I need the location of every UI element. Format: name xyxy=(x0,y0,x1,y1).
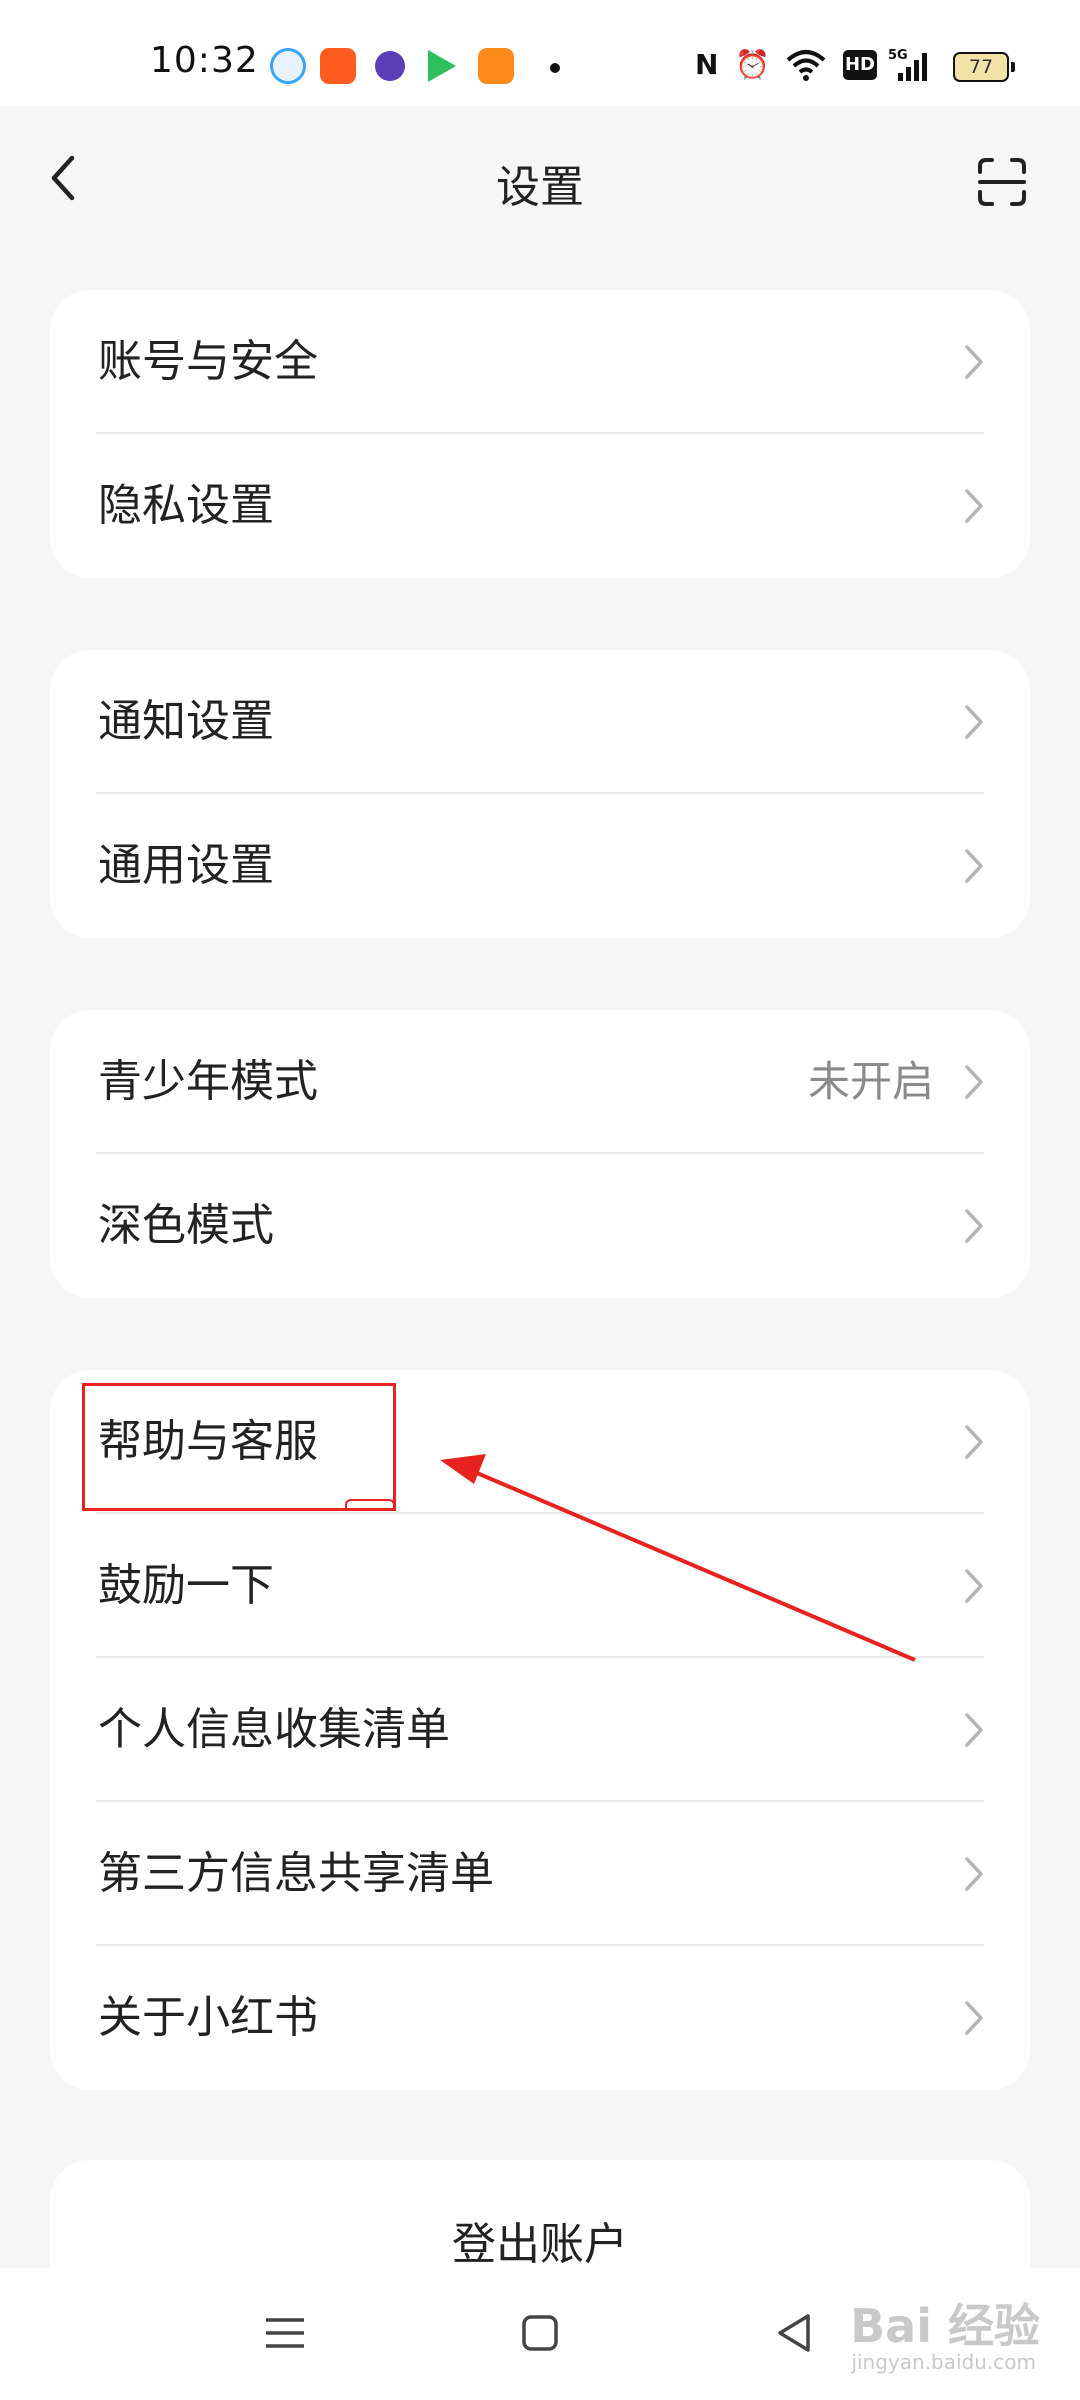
battery-icon: 77 xyxy=(953,52,1015,82)
chevron-right-icon xyxy=(962,1998,986,2038)
settings-item-privacy[interactable]: 隐私设置 xyxy=(50,434,1030,578)
system-nav-bar: Bai 经验 jingyan.baidu.com xyxy=(0,2268,1080,2400)
signal-5g-icon: 5G xyxy=(888,47,938,83)
settings-item-about[interactable]: 关于小红书 xyxy=(50,1946,1030,2090)
chevron-right-icon xyxy=(962,1854,986,1894)
settings-item-label: 深色模式 xyxy=(98,1200,274,1251)
settings-item-label: 通知设置 xyxy=(98,696,274,747)
chevron-right-icon xyxy=(962,1206,986,1246)
watermark-brand: Bai 经验 xyxy=(850,2299,1040,2353)
watermark-url: jingyan.baidu.com xyxy=(851,2350,1036,2374)
status-time: 10:32 xyxy=(150,40,259,81)
settings-item-encourage[interactable]: 鼓励一下 xyxy=(50,1514,1030,1658)
settings-group-notification: 通知设置 通用设置 xyxy=(50,650,1030,938)
page-title: 设置 xyxy=(496,162,584,213)
chevron-right-icon xyxy=(962,1710,986,1750)
settings-item-label: 第三方信息共享清单 xyxy=(98,1848,494,1899)
settings-item-label: 青少年模式 xyxy=(98,1056,318,1107)
music-app-icon xyxy=(375,51,405,81)
browser-app-icon xyxy=(270,48,306,84)
hd-icon: HD xyxy=(843,50,877,80)
settings-item-label: 通用设置 xyxy=(98,840,274,891)
chevron-right-icon xyxy=(962,846,986,886)
nfc-icon: N xyxy=(695,48,719,81)
scan-icon[interactable] xyxy=(976,156,1028,208)
settings-item-account-security[interactable]: 账号与安全 xyxy=(50,290,1030,434)
teen-mode-status: 未开启 xyxy=(807,1057,934,1106)
chevron-right-icon xyxy=(962,342,986,382)
settings-item-label: 个人信息收集清单 xyxy=(98,1704,450,1755)
settings-item-label: 鼓励一下 xyxy=(98,1560,274,1611)
annotation-highlight-box xyxy=(82,1383,396,1511)
settings-item-label: 关于小红书 xyxy=(98,1992,318,2043)
header: 设置 xyxy=(0,106,1080,256)
back-nav-icon[interactable] xyxy=(760,2298,830,2368)
home-icon[interactable] xyxy=(505,2298,575,2368)
settings-item-dark-mode[interactable]: 深色模式 xyxy=(50,1154,1030,1298)
settings-item-notifications[interactable]: 通知设置 xyxy=(50,650,1030,794)
notification-dot-icon xyxy=(550,63,560,73)
chevron-right-icon xyxy=(962,702,986,742)
chevron-right-icon xyxy=(962,1422,986,1462)
chevron-right-icon xyxy=(962,1566,986,1606)
settings-item-personal-info-list[interactable]: 个人信息收集清单 xyxy=(50,1658,1030,1802)
menu-icon[interactable] xyxy=(250,2298,320,2368)
settings-item-label: 隐私设置 xyxy=(98,480,274,531)
status-bar: 10:32 N ⏰ HD 5G 77 xyxy=(0,0,1080,106)
video-app-icon xyxy=(428,50,456,82)
settings-group-account: 账号与安全 隐私设置 xyxy=(50,290,1030,578)
kuaishou-app-icon xyxy=(320,48,356,84)
settings-item-general[interactable]: 通用设置 xyxy=(50,794,1030,938)
logout-label: 登出账户 xyxy=(452,2219,628,2270)
settings-group-modes: 青少年模式 未开启 深色模式 xyxy=(50,1010,1030,1298)
alarm-icon: ⏰ xyxy=(735,48,770,81)
uc-browser-app-icon xyxy=(478,48,514,84)
chevron-right-icon xyxy=(962,486,986,526)
annotation-highlight-tab xyxy=(345,1499,395,1511)
settings-item-label: 账号与安全 xyxy=(98,336,318,387)
settings-item-teen-mode[interactable]: 青少年模式 未开启 xyxy=(50,1010,1030,1154)
chevron-right-icon xyxy=(962,1062,986,1102)
svg-text:5G: 5G xyxy=(888,48,908,63)
settings-item-third-party-sharing[interactable]: 第三方信息共享清单 xyxy=(50,1802,1030,1946)
wifi-icon xyxy=(785,47,827,83)
